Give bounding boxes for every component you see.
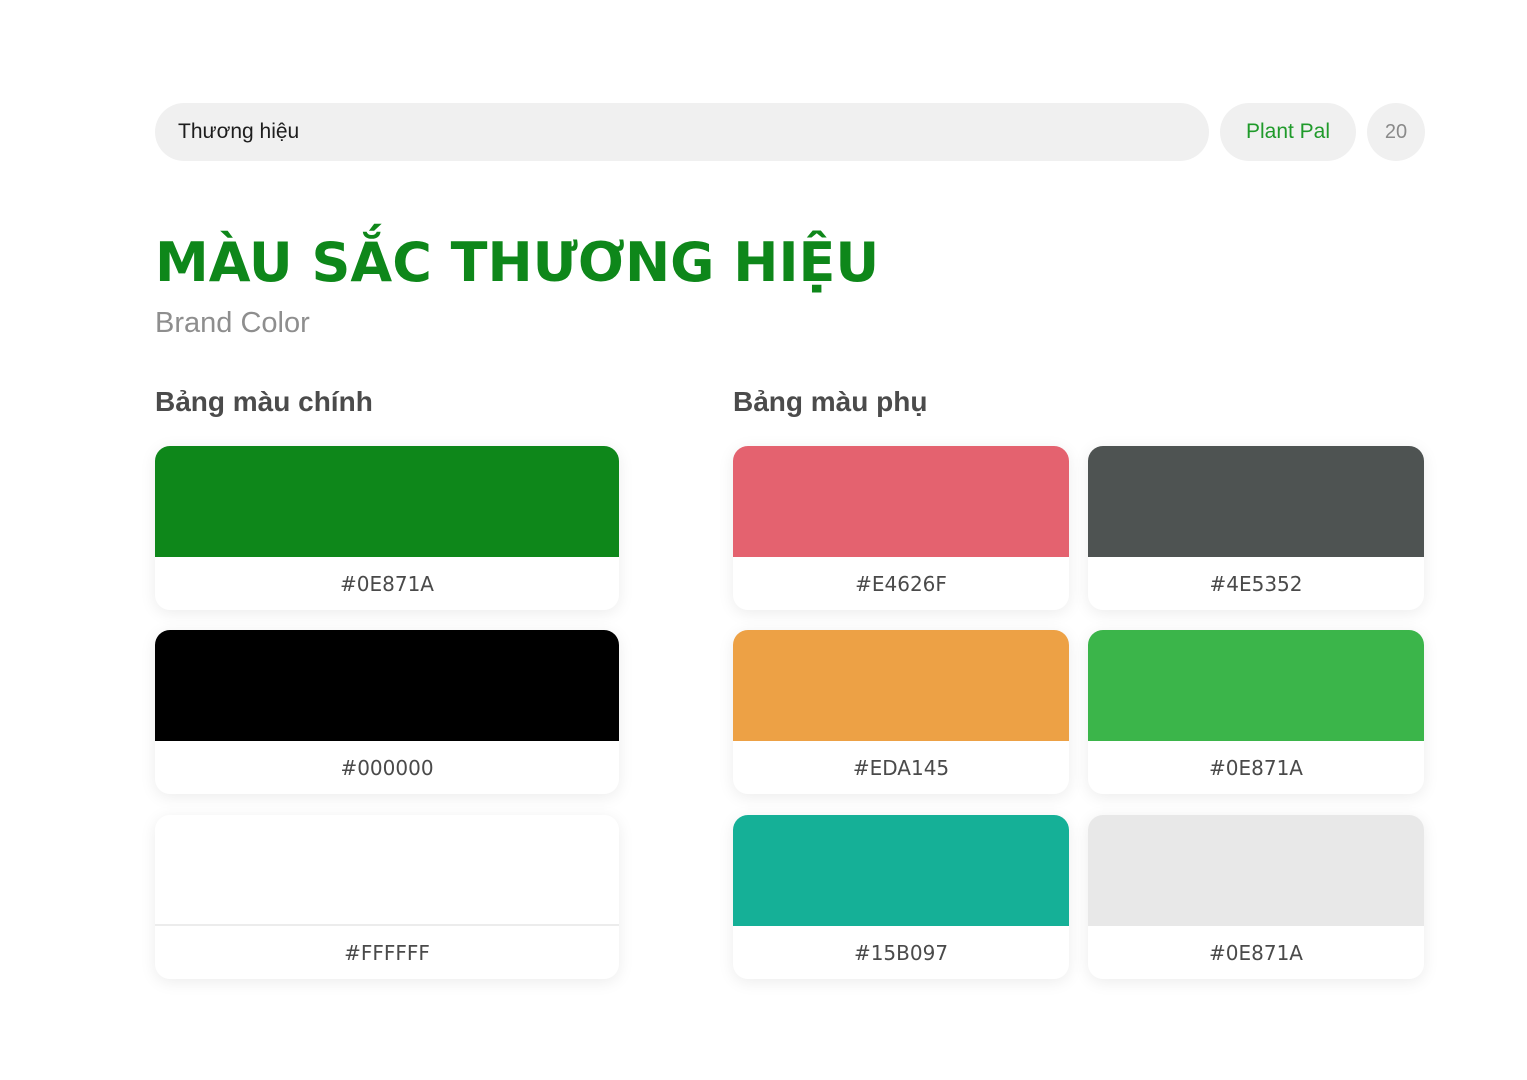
color-code: #E4626F <box>855 571 947 596</box>
color-swatch <box>155 446 619 557</box>
color-code: #4E5352 <box>1209 571 1303 596</box>
color-code: #0E871A <box>1209 940 1303 965</box>
color-swatch <box>733 815 1069 926</box>
primary-swatch-card: #0E871A <box>155 446 619 610</box>
secondary-palette-title: Bảng màu phụ <box>733 386 928 417</box>
secondary-swatch-card: #4E5352 <box>1088 446 1424 610</box>
color-code: #0E871A <box>340 571 434 596</box>
brand-label: Plant Pal <box>1245 120 1331 143</box>
primary-swatch-card: #000000 <box>155 630 619 794</box>
color-code: #000000 <box>340 755 434 780</box>
color-swatch <box>733 630 1069 741</box>
color-code: #15B097 <box>853 940 949 965</box>
primary-swatch-card: #FFFFFF <box>155 815 619 979</box>
color-swatch <box>155 630 619 741</box>
brand-label-pill: Plant Pal <box>1220 103 1356 161</box>
secondary-swatch-card: #0E871A <box>1088 815 1424 979</box>
color-swatch <box>733 446 1069 557</box>
color-code: #0E871A <box>1209 755 1303 780</box>
primary-palette-title: Bảng màu chính <box>155 386 373 417</box>
page-title: MÀU SẮC THƯƠNG HIỆU <box>155 231 880 294</box>
secondary-swatch-card: #EDA145 <box>733 630 1069 794</box>
page-subtitle: Brand Color <box>155 307 310 339</box>
color-swatch <box>1088 446 1424 557</box>
color-swatch <box>155 815 619 926</box>
page-number: 20 <box>1384 120 1408 143</box>
secondary-swatch-card: #0E871A <box>1088 630 1424 794</box>
section-label: Thương hiệu <box>178 120 300 143</box>
color-code: #FFFFFF <box>344 940 430 965</box>
color-code: #EDA145 <box>852 755 950 780</box>
secondary-swatch-card: #15B097 <box>733 815 1069 979</box>
color-swatch <box>1088 815 1424 926</box>
secondary-swatch-card: #E4626F <box>733 446 1069 610</box>
section-label-pill: Thương hiệu <box>155 103 1209 161</box>
color-swatch <box>1088 630 1424 741</box>
page-number-pill: 20 <box>1367 103 1425 161</box>
